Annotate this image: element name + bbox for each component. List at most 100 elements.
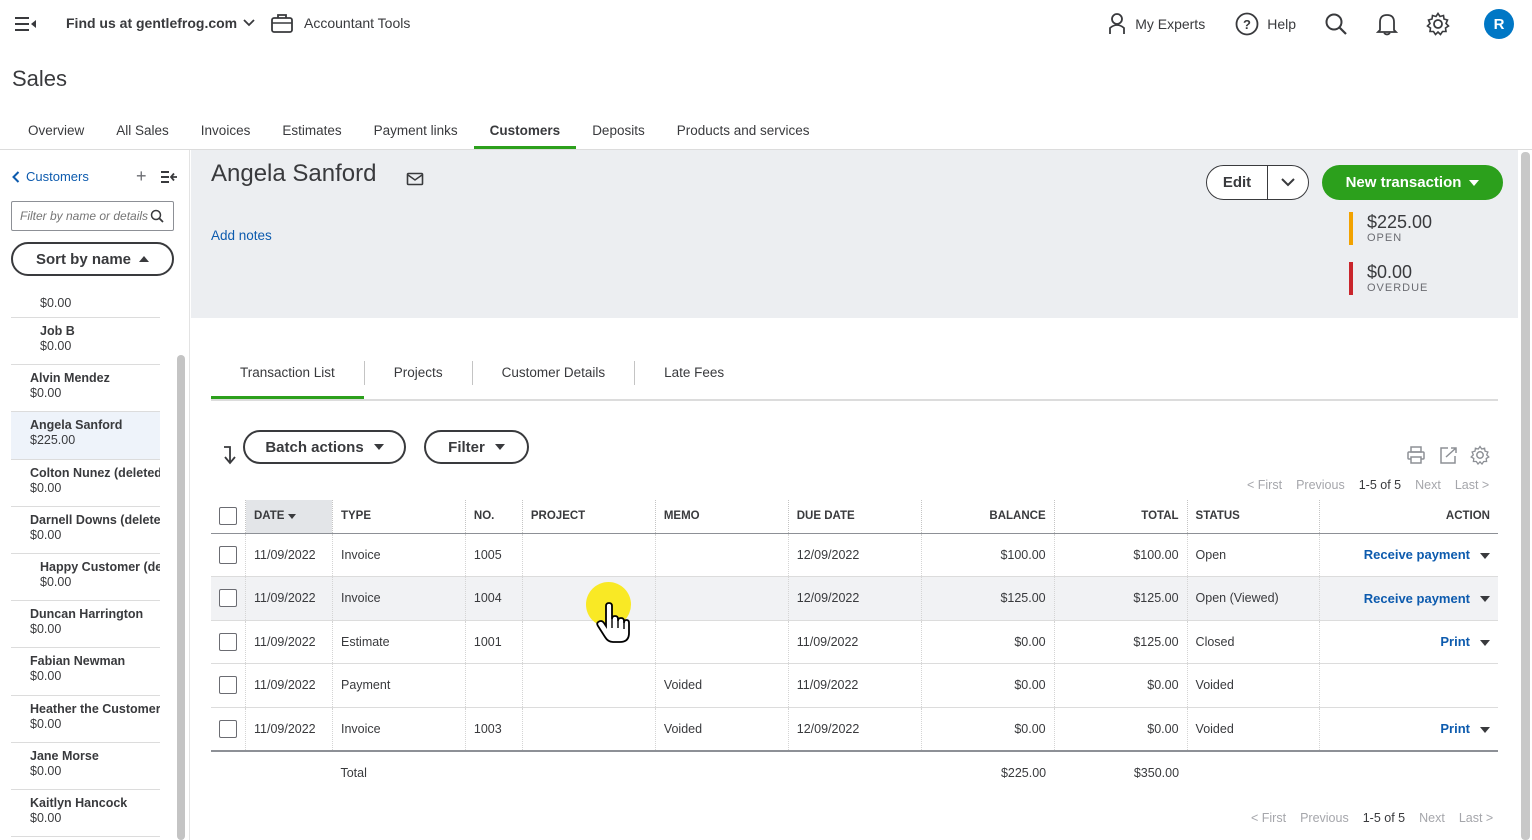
new-transaction-button[interactable]: New transaction bbox=[1322, 165, 1503, 200]
column-header-memo[interactable]: MEMO bbox=[655, 500, 789, 534]
list-item[interactable]: Job B $0.00 bbox=[11, 318, 160, 366]
accountant-tools-button[interactable]: Accountant Tools bbox=[270, 12, 410, 34]
row-checkbox[interactable] bbox=[219, 589, 237, 608]
customer-balance: $225.00 bbox=[30, 433, 76, 448]
caret-down-icon[interactable] bbox=[1480, 639, 1490, 646]
tab-estimates[interactable]: Estimates bbox=[266, 112, 357, 150]
row-select-cell bbox=[211, 576, 246, 621]
gear-icon[interactable] bbox=[1470, 445, 1490, 465]
tab-customer-details[interactable]: Customer Details bbox=[473, 356, 635, 400]
column-header-due-date[interactable]: DUE DATE bbox=[788, 500, 922, 534]
collapse-sidebar-icon[interactable] bbox=[160, 170, 178, 187]
column-header-no[interactable]: NO. bbox=[465, 500, 523, 534]
tab-all-sales[interactable]: All Sales bbox=[100, 112, 185, 150]
list-item[interactable]: Happy Customer (deleted) $0.00 bbox=[11, 554, 160, 602]
edit-dropdown-button[interactable] bbox=[1268, 166, 1308, 199]
list-item[interactable]: Darnell Downs (deleted) $0.00 bbox=[11, 507, 160, 554]
caret-down-icon[interactable] bbox=[1480, 726, 1490, 733]
add-notes-link[interactable]: Add notes bbox=[211, 228, 272, 243]
pager-last[interactable]: Last > bbox=[1455, 478, 1489, 492]
page-scrollbar[interactable] bbox=[1521, 152, 1530, 840]
tab-payment-links[interactable]: Payment links bbox=[358, 112, 474, 150]
mail-icon[interactable] bbox=[406, 172, 424, 189]
batch-actions-label: Batch actions bbox=[265, 438, 364, 456]
tab-deposits[interactable]: Deposits bbox=[576, 112, 661, 150]
pager-first[interactable]: < First bbox=[1251, 811, 1286, 825]
pager-first[interactable]: < First bbox=[1247, 478, 1282, 492]
list-item[interactable]: Kaitlyn Hancock $0.00 bbox=[11, 790, 160, 838]
table-row[interactable]: 11/09/2022 Invoice 1003 Voided 12/09/202… bbox=[211, 707, 1498, 751]
search-button[interactable] bbox=[1324, 12, 1348, 36]
row-checkbox[interactable] bbox=[219, 545, 237, 564]
customers-back-link[interactable]: Customers bbox=[12, 169, 89, 184]
cell-type: Invoice bbox=[332, 533, 466, 577]
customer-balance: $0.00 bbox=[40, 574, 72, 589]
receive-payment-link[interactable]: Receive payment bbox=[1364, 547, 1470, 562]
edit-button[interactable]: Edit bbox=[1207, 166, 1268, 199]
filter-button[interactable]: Filter bbox=[424, 430, 529, 464]
row-checkbox[interactable] bbox=[219, 719, 237, 738]
my-experts-button[interactable]: My Experts bbox=[1107, 12, 1205, 36]
caret-down-icon[interactable] bbox=[1480, 596, 1490, 603]
list-item[interactable]: Angela Sanford $225.00 bbox=[11, 412, 160, 460]
receive-payment-link[interactable]: Receive payment bbox=[1364, 591, 1470, 606]
list-item[interactable]: $0.00 bbox=[11, 292, 160, 318]
list-item[interactable]: Heather the Customer $0.00 bbox=[11, 696, 160, 743]
tab-invoices[interactable]: Invoices bbox=[185, 112, 267, 150]
column-header-balance[interactable]: BALANCE bbox=[921, 500, 1055, 534]
list-item[interactable]: Fabian Newman $0.00 bbox=[11, 648, 160, 696]
select-all-checkbox[interactable] bbox=[219, 507, 237, 526]
sort-direction-icon[interactable] bbox=[221, 445, 237, 468]
add-customer-icon[interactable]: + bbox=[136, 166, 147, 187]
company-switcher[interactable]: Find us at gentlefrog.com bbox=[66, 15, 255, 31]
row-select-cell bbox=[211, 620, 246, 664]
pager-previous[interactable]: Previous bbox=[1300, 811, 1349, 825]
table-row[interactable]: 11/09/2022 Invoice 1004 12/09/2022 $125.… bbox=[211, 576, 1498, 621]
column-header-status[interactable]: STATUS bbox=[1187, 500, 1321, 534]
tab-products-and-services[interactable]: Products and services bbox=[661, 112, 826, 150]
menu-toggle-icon[interactable] bbox=[14, 13, 38, 35]
caret-down-icon[interactable] bbox=[1480, 552, 1490, 559]
pager-next[interactable]: Next bbox=[1419, 811, 1445, 825]
table-row[interactable]: 11/09/2022 Payment Voided 11/09/2022 $0.… bbox=[211, 663, 1498, 708]
tab-customers[interactable]: Customers bbox=[473, 112, 577, 150]
table-row[interactable]: 11/09/2022 Estimate 1001 11/09/2022 $0.0… bbox=[211, 620, 1498, 664]
sidebar-scrollbar[interactable] bbox=[177, 355, 185, 840]
column-header-project[interactable]: PROJECT bbox=[522, 500, 656, 534]
export-icon[interactable] bbox=[1438, 445, 1458, 465]
table-row[interactable]: 11/09/2022 Invoice 1005 12/09/2022 $100.… bbox=[211, 533, 1498, 577]
tab-transaction-list[interactable]: Transaction List bbox=[211, 356, 364, 400]
pager-previous[interactable]: Previous bbox=[1296, 478, 1345, 492]
avatar[interactable]: R bbox=[1484, 9, 1514, 39]
pager-next[interactable]: Next bbox=[1415, 478, 1441, 492]
tab-projects[interactable]: Projects bbox=[365, 356, 472, 400]
list-item[interactable]: Alvin Mendez $0.00 bbox=[11, 365, 160, 413]
settings-button[interactable] bbox=[1426, 12, 1450, 36]
help-button[interactable]: ? Help bbox=[1235, 12, 1296, 36]
cell-no: 1004 bbox=[465, 576, 523, 621]
column-header-type[interactable]: TYPE bbox=[332, 500, 466, 534]
pager-last[interactable]: Last > bbox=[1459, 811, 1493, 825]
tab-overview[interactable]: Overview bbox=[12, 112, 100, 150]
print-icon[interactable] bbox=[1406, 445, 1426, 465]
cell-no bbox=[465, 663, 523, 708]
transactions-table: DATE TYPE NO. PROJECT MEMO DUE DATE BALA… bbox=[211, 500, 1498, 795]
batch-actions-button[interactable]: Batch actions bbox=[243, 430, 406, 464]
total-spacer bbox=[246, 751, 333, 795]
notifications-button[interactable] bbox=[1376, 12, 1398, 36]
sort-by-name-button[interactable]: Sort by name bbox=[11, 242, 174, 276]
cell-status: Voided bbox=[1187, 663, 1321, 708]
search-icon bbox=[150, 209, 164, 226]
column-header-date[interactable]: DATE bbox=[245, 500, 333, 534]
row-checkbox[interactable] bbox=[219, 676, 237, 695]
column-header-total[interactable]: TOTAL bbox=[1054, 500, 1188, 534]
customers-back-label: Customers bbox=[26, 169, 89, 184]
print-link[interactable]: Print bbox=[1440, 634, 1470, 649]
list-item[interactable]: Colton Nunez (deleted) $0.00 bbox=[11, 460, 160, 507]
list-item[interactable]: Duncan Harrington $0.00 bbox=[11, 601, 160, 649]
print-link[interactable]: Print bbox=[1440, 721, 1470, 736]
row-checkbox[interactable] bbox=[219, 632, 237, 651]
list-item[interactable]: Jane Morse $0.00 bbox=[11, 743, 160, 790]
total-spacer bbox=[211, 751, 246, 795]
tab-late-fees[interactable]: Late Fees bbox=[635, 356, 753, 400]
